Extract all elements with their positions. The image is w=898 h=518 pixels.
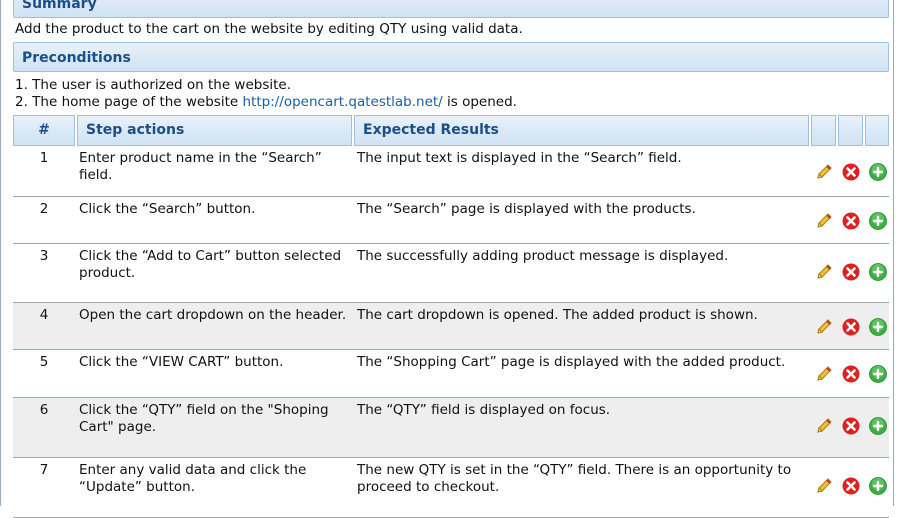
add-icon[interactable] bbox=[869, 318, 887, 336]
precondition-line-2-suffix: is opened. bbox=[447, 94, 517, 110]
pencil-icon[interactable] bbox=[815, 477, 833, 495]
delete-icon[interactable] bbox=[842, 212, 860, 230]
precondition-line-2: 2. The home page of the website http://o… bbox=[15, 94, 517, 110]
preconditions-header: Preconditions bbox=[13, 42, 889, 72]
table-row: 5 Click the “VIEW CART” button. The “Shopp… bbox=[13, 350, 889, 398]
table-row: 2 Click the “Search” button. The “Search” … bbox=[13, 197, 889, 244]
step-number: 1 bbox=[39, 150, 49, 166]
step-number: 7 bbox=[39, 462, 49, 478]
table-row: 3 Click the “Add to Cart” button selected… bbox=[13, 244, 889, 303]
column-header-edit bbox=[811, 115, 836, 146]
step-action: Click the “Add to Cart” button selected … bbox=[79, 248, 342, 281]
precondition-line-2-prefix: 2. The home page of the website bbox=[15, 94, 239, 110]
column-header-actions: Step actions bbox=[77, 115, 352, 146]
step-number: 5 bbox=[39, 354, 49, 370]
add-icon[interactable] bbox=[869, 417, 887, 435]
column-header-add bbox=[865, 115, 889, 146]
summary-title: Summary bbox=[22, 0, 97, 12]
step-number: 6 bbox=[39, 402, 49, 418]
table-row: 1 Enter product name in the “Search” fiel… bbox=[13, 146, 889, 197]
summary-text: Add the product to the cart on the websi… bbox=[15, 21, 523, 37]
step-expected-result: The cart dropdown is opened. The added p… bbox=[357, 307, 758, 323]
step-expected-result: The “Search” page is displayed with the … bbox=[357, 201, 696, 217]
pencil-icon[interactable] bbox=[815, 263, 833, 281]
summary-header: Summary bbox=[13, 0, 889, 18]
table-row: 4 Open the cart dropdown on the header. Th… bbox=[13, 303, 889, 350]
table-row: 6 Click the “QTY” field on the "Shoping C… bbox=[13, 398, 889, 458]
step-expected-result: The “Shopping Cart” page is displayed wi… bbox=[357, 354, 786, 370]
pencil-icon[interactable] bbox=[815, 365, 833, 383]
delete-icon[interactable] bbox=[842, 318, 860, 336]
add-icon[interactable] bbox=[869, 263, 887, 281]
step-action: Enter product name in the “Search” field… bbox=[79, 150, 322, 183]
pencil-icon[interactable] bbox=[815, 163, 833, 181]
precondition-line-1: 1. The user is authorized on the website… bbox=[15, 77, 292, 93]
step-expected-result: The new QTY is set in the “QTY” field. T… bbox=[357, 462, 792, 495]
website-link[interactable]: http://opencart.qatestlab.net/ bbox=[243, 94, 443, 110]
delete-icon[interactable] bbox=[842, 477, 860, 495]
add-icon[interactable] bbox=[869, 365, 887, 383]
add-icon[interactable] bbox=[869, 212, 887, 230]
delete-icon[interactable] bbox=[842, 417, 860, 435]
delete-icon[interactable] bbox=[842, 263, 860, 281]
pencil-icon[interactable] bbox=[815, 212, 833, 230]
step-number: 3 bbox=[39, 248, 49, 264]
step-number: 2 bbox=[39, 201, 49, 217]
step-expected-result: The successfully adding product message … bbox=[357, 248, 729, 264]
add-icon[interactable] bbox=[869, 477, 887, 495]
step-action: Open the cart dropdown on the header. bbox=[79, 307, 347, 323]
step-expected-result: The input text is displayed in the “Sear… bbox=[357, 150, 682, 166]
pencil-icon[interactable] bbox=[815, 417, 833, 435]
step-expected-result: The “QTY” field is displayed on focus. bbox=[357, 402, 611, 418]
step-action: Enter any valid data and click the “Upda… bbox=[79, 462, 307, 495]
delete-icon[interactable] bbox=[842, 163, 860, 181]
pencil-icon[interactable] bbox=[815, 318, 833, 336]
step-action: Click the “QTY” field on the "Shoping Ca… bbox=[79, 402, 329, 435]
delete-icon[interactable] bbox=[842, 365, 860, 383]
preconditions-title: Preconditions bbox=[22, 50, 131, 66]
step-action: Click the “VIEW CART” button. bbox=[79, 354, 284, 370]
column-header-num: # bbox=[13, 115, 75, 146]
step-action: Click the “Search” button. bbox=[79, 201, 256, 217]
add-icon[interactable] bbox=[869, 163, 887, 181]
table-row: 7 Enter any valid data and click the “Upd… bbox=[13, 458, 889, 518]
step-number: 4 bbox=[39, 307, 49, 323]
column-header-delete bbox=[838, 115, 863, 146]
column-header-results: Expected Results bbox=[354, 115, 809, 146]
